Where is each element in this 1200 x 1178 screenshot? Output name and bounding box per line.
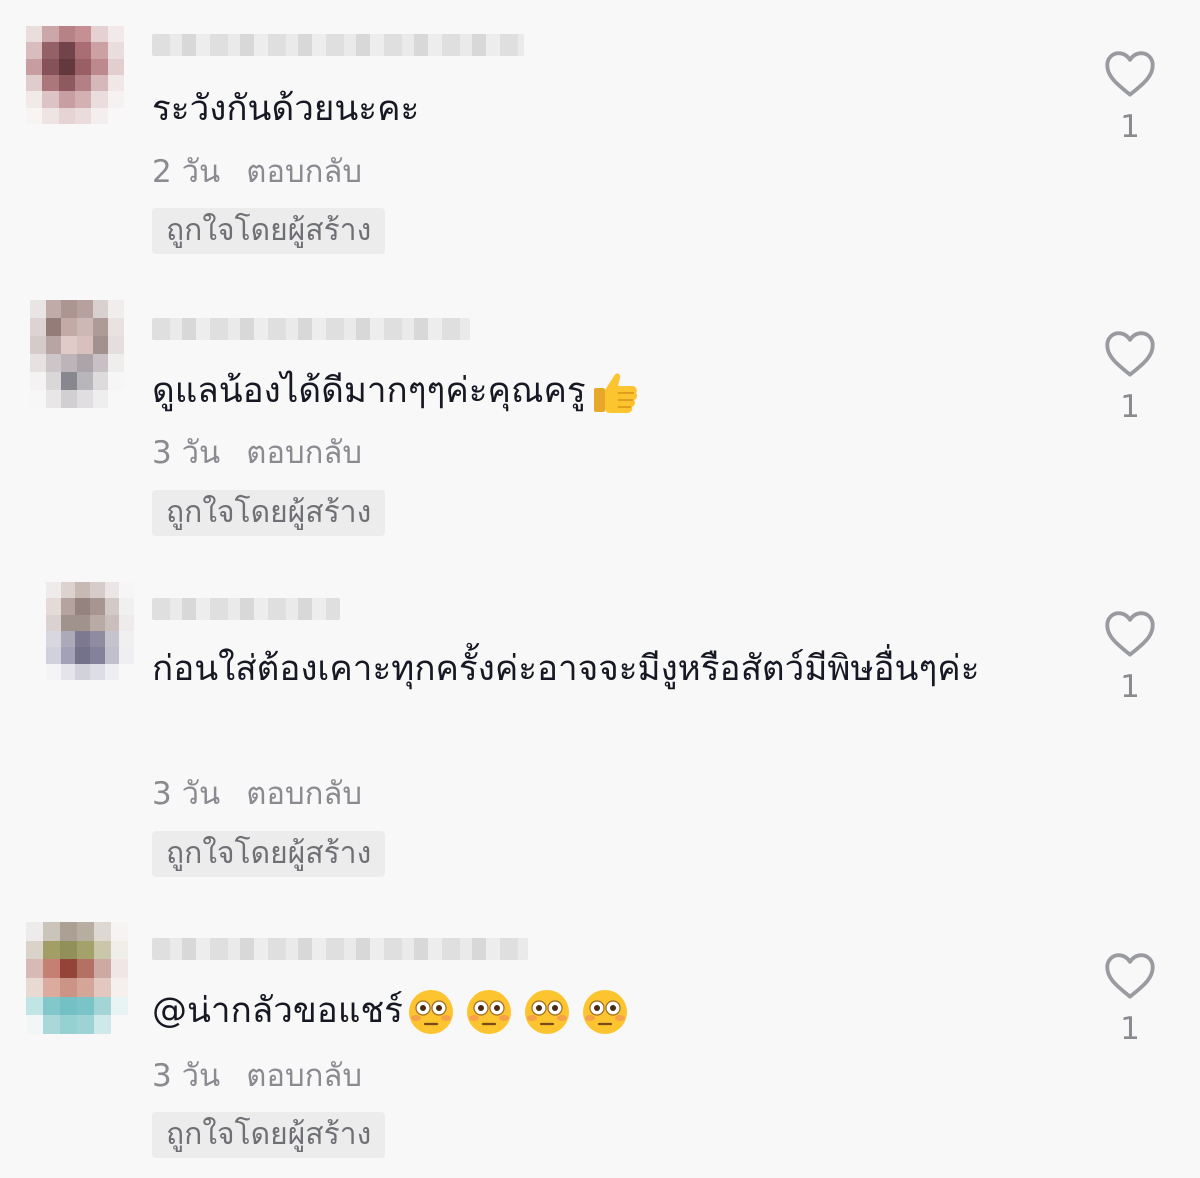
heart-icon[interactable]	[1102, 608, 1158, 658]
reply-button[interactable]: ตอบกลับ	[246, 776, 362, 812]
comment-text: ก่อนใส่ต้องเคาะทุกครั้งค่ะอาจจะมีงูหรือส…	[152, 649, 980, 689]
like-count: 1	[1120, 389, 1140, 425]
like-button[interactable]: 1	[1098, 328, 1162, 426]
reply-button[interactable]: ตอบกลับ	[246, 154, 362, 190]
like-button[interactable]: 1	[1098, 48, 1162, 146]
reply-button[interactable]: ตอบกลับ	[246, 435, 362, 471]
like-button[interactable]: 1	[1098, 608, 1162, 706]
reply-button[interactable]: ตอบกลับ	[246, 1058, 362, 1094]
comment-text: ระวังกันด้วยนะคะ	[152, 89, 420, 129]
avatar[interactable]	[26, 26, 124, 124]
flushed-face-icon	[581, 988, 629, 1036]
comment-time: 3 วัน	[152, 435, 221, 471]
avatar[interactable]	[46, 582, 134, 680]
username-blurred[interactable]	[152, 34, 524, 56]
comment-text-body: @น่ากลัวขอแชร์	[152, 991, 403, 1031]
username-blurred[interactable]	[152, 318, 470, 340]
thumbs-up-icon	[590, 366, 642, 418]
liked-by-creator-badge: ถูกใจโดยผู้สร้าง	[152, 1112, 386, 1158]
avatar[interactable]	[26, 922, 128, 1034]
comment-time: 3 วัน	[152, 776, 221, 812]
username-blurred[interactable]	[152, 598, 340, 620]
flushed-face-icon	[523, 988, 571, 1036]
comment-text: ดูแลน้องได้ดีมากๆๆค่ะคุณครู	[152, 366, 1022, 418]
avatar[interactable]	[30, 300, 124, 408]
heart-icon[interactable]	[1102, 950, 1158, 1000]
liked-by-creator-badge: ถูกใจโดยผู้สร้าง	[152, 831, 386, 877]
flushed-face-icon	[465, 988, 513, 1036]
comment-meta: 3 วัน ตอบกลับ	[152, 774, 362, 814]
like-count: 1	[1120, 109, 1140, 145]
comment-text: @น่ากลัวขอแชร์	[152, 988, 1022, 1036]
liked-by-creator-badge: ถูกใจโดยผู้สร้าง	[152, 490, 386, 536]
comment-meta: 2 วัน ตอบกลับ	[152, 152, 362, 192]
heart-icon[interactable]	[1102, 328, 1158, 378]
heart-icon[interactable]	[1102, 48, 1158, 98]
comment-text-body: ดูแลน้องได้ดีมากๆๆค่ะคุณครู	[152, 371, 586, 411]
comment-meta: 3 วัน ตอบกลับ	[152, 433, 362, 473]
liked-by-creator-badge: ถูกใจโดยผู้สร้าง	[152, 208, 386, 254]
like-count: 1	[1120, 669, 1140, 705]
username-blurred[interactable]	[152, 938, 528, 960]
flushed-face-icon	[407, 988, 455, 1036]
comment-time: 3 วัน	[152, 1058, 221, 1094]
comment-meta: 3 วัน ตอบกลับ	[152, 1056, 362, 1096]
like-button[interactable]: 1	[1098, 950, 1162, 1048]
comment-time: 2 วัน	[152, 154, 221, 190]
like-count: 1	[1120, 1011, 1140, 1047]
